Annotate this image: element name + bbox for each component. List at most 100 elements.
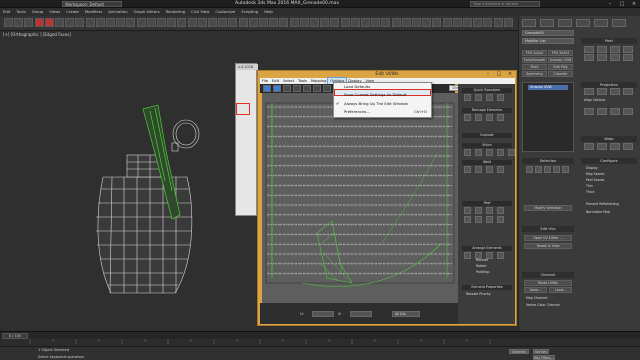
toolbar-icon[interactable]	[391, 18, 401, 27]
uvw-tool-button[interactable]	[475, 166, 482, 173]
toolbar-icon[interactable]	[146, 18, 156, 27]
options-menu-item[interactable]: Save Current Settings As Default	[334, 91, 431, 98]
uvw-panel-header[interactable]: Reshape Elements	[462, 108, 512, 113]
toolbar-icon[interactable]	[177, 18, 187, 27]
tool-icon[interactable]	[584, 54, 594, 61]
toolbar-icon[interactable]	[167, 18, 177, 27]
tool-icon[interactable]	[623, 108, 633, 115]
uvw-panel-header[interactable]: Stitch	[462, 143, 512, 148]
u-field[interactable]	[312, 311, 334, 317]
uvw-tool-icon[interactable]	[323, 85, 331, 92]
command-tab-icon[interactable]	[522, 19, 536, 27]
toolbar-icon[interactable]	[371, 18, 381, 27]
config-option[interactable]: Map Seams	[586, 172, 604, 176]
reset-uvws-button[interactable]: Reset UVWs	[524, 280, 572, 286]
workspace-dropdown[interactable]: Workspace: Default	[62, 1, 122, 7]
toolbar-icon[interactable]	[269, 18, 279, 27]
modifier-button[interactable]: Symmetry	[522, 71, 547, 77]
toolbar-icon[interactable]	[432, 18, 442, 27]
uvw-panel-header[interactable]: Quick Transform	[462, 88, 512, 93]
uvw-tool-button[interactable]	[497, 114, 504, 121]
toolbar-icon[interactable]	[4, 18, 13, 27]
uvw-panel-header[interactable]: Weld	[462, 160, 512, 165]
tool-icon[interactable]	[623, 88, 633, 95]
command-tab-icon[interactable]	[612, 19, 626, 27]
uvw-tool-button[interactable]	[497, 207, 504, 214]
menu-item-scripting[interactable]: Scripting	[238, 8, 261, 16]
toolbar-icon[interactable]	[320, 18, 330, 27]
tool-icon[interactable]	[610, 54, 620, 61]
toolbar-icon[interactable]	[310, 18, 319, 27]
tool-icon[interactable]	[623, 54, 633, 61]
minimize-icon[interactable]: –	[604, 0, 616, 8]
toolbar-icon[interactable]	[248, 18, 258, 27]
selection-rollout[interactable]: Selection	[522, 158, 574, 164]
selection-mode-icon[interactable]	[562, 166, 569, 173]
uvw-tool-button[interactable]	[464, 114, 471, 121]
modifier-button[interactable]: Shell	[522, 64, 547, 70]
tool-icon[interactable]	[584, 46, 594, 53]
uvw-tool-button[interactable]	[497, 252, 504, 259]
uvw-tool-button[interactable]	[486, 149, 493, 156]
toolbar-icon[interactable]	[218, 18, 228, 27]
uvw-tool-button[interactable]	[486, 114, 493, 121]
stack-item[interactable]: Unwrap UVW	[528, 85, 568, 90]
modifier-button[interactable]: FFD 2x2x2	[522, 50, 547, 56]
tool-icon[interactable]	[584, 143, 594, 150]
uvw-panel-header[interactable]: Peel	[462, 201, 512, 206]
toolbar-icon[interactable]	[452, 18, 462, 27]
uvw-tool-button[interactable]	[486, 166, 493, 173]
tool-icon[interactable]	[597, 143, 607, 150]
toolbar-icon[interactable]	[422, 18, 432, 27]
selection-mode-icon[interactable]	[526, 166, 533, 173]
toolbar-icon[interactable]	[126, 18, 136, 27]
set-key-button[interactable]: Set Key	[533, 349, 549, 354]
toolbar-icon[interactable]	[340, 18, 350, 27]
toolbar-icon[interactable]	[208, 18, 217, 27]
selection-mode-icon[interactable]	[553, 166, 560, 173]
rollout-header[interactable]: Peel	[581, 38, 637, 44]
uvw-tool-button[interactable]	[475, 114, 482, 121]
menu-item-rendering[interactable]: Rendering	[163, 8, 188, 16]
maximize-icon[interactable]: □	[616, 0, 628, 8]
modifier-button[interactable]: FFD 3x3x3	[548, 50, 573, 56]
config-option[interactable]: Thick	[586, 190, 594, 194]
modifier-button[interactable]: Unwrap UVW	[548, 57, 573, 63]
channel-rollout[interactable]: Channel	[522, 272, 574, 278]
options-menu-item[interactable]: Load Defaults	[334, 83, 431, 90]
tool-icon[interactable]	[597, 88, 607, 95]
config-option[interactable]: Normalize Map	[586, 210, 610, 214]
toolbar-icon[interactable]	[95, 18, 105, 27]
load-button[interactable]: Load...	[549, 287, 572, 293]
tool-icon[interactable]	[584, 88, 594, 95]
uv-canvas[interactable]	[262, 93, 458, 303]
uvw-tool-icon[interactable]	[263, 85, 271, 92]
toolbar-icon[interactable]	[279, 18, 289, 27]
options-menu-item[interactable]: Preferences... Ctrl+O	[334, 108, 431, 115]
menu-item-tools[interactable]: Tools	[13, 8, 28, 16]
modifier-button[interactable]: Chamfer	[548, 71, 573, 77]
vertex-color-label[interactable]: Vertex Color Channel	[526, 303, 560, 307]
modifier-list-dropdown[interactable]: Modifier List	[522, 38, 574, 44]
toolbar-icon[interactable]	[157, 18, 166, 27]
toolbar-icon[interactable]	[493, 18, 503, 27]
toolbar-icon[interactable]	[75, 18, 85, 27]
toolbar-icon[interactable]	[259, 18, 268, 27]
toolbar-icon[interactable]	[361, 18, 370, 27]
selection-mode-icon[interactable]	[535, 166, 542, 173]
tool-icon[interactable]	[610, 46, 620, 53]
uvw-tool-button[interactable]	[497, 216, 504, 223]
selection-mode-icon[interactable]	[544, 166, 551, 173]
modifier-button[interactable]: Edit Poly	[548, 64, 573, 70]
toolbar-icon[interactable]	[289, 18, 299, 27]
toolbar-icon[interactable]	[330, 18, 340, 27]
config-option[interactable]: Prevent Reflattening	[586, 202, 619, 206]
search-input[interactable]: Type a keyword or phrase	[470, 1, 540, 7]
uvw-tool-button[interactable]	[464, 166, 471, 173]
mode-dropdown[interactable]: All IDs	[392, 311, 420, 317]
config-option[interactable]: Display	[586, 166, 598, 170]
uvw-tool-button[interactable]	[475, 216, 482, 223]
menu-item-modifiers[interactable]: Modifiers	[82, 8, 105, 16]
rollout-header[interactable]: Wrap	[581, 136, 637, 142]
uvw-panel-header[interactable]: Element Properties	[462, 285, 512, 290]
